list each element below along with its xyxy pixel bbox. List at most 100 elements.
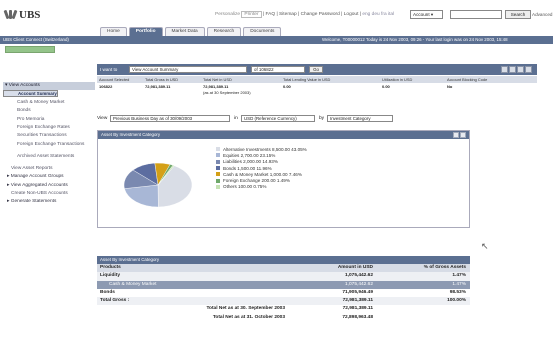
sidebar-item-non-ubs-accounts[interactable]: Create Non-UBS Accounts — [3, 190, 95, 198]
col-account-selected: Account Selected — [99, 77, 130, 82]
search-input[interactable] — [450, 10, 502, 19]
val-total-net: 72,981,389.11 — [203, 84, 229, 89]
change-password-link[interactable]: Change Password — [301, 12, 340, 17]
row-percent: 98.53% — [449, 289, 466, 295]
summary-header: Account Selected Total Gross in USD Tota… — [97, 76, 537, 83]
account-number-select[interactable]: of 106822 — [251, 66, 305, 73]
minimize-icon[interactable] — [460, 132, 466, 138]
top-links: Personalize Printer | FAQ | Sitemap | Ch… — [215, 11, 394, 18]
sidebar-item-asset-reports[interactable]: View Asset Reports — [3, 165, 95, 173]
sidebar-item-aggregated-accounts[interactable]: ▸ View Aggregated Accounts — [3, 182, 95, 190]
ubs-logo[interactable]: UBS — [3, 9, 41, 21]
legend-label: Foreign Exchange 200.00 1.49% — [223, 178, 290, 184]
sidebar-item-label: Generate Statements — [10, 199, 57, 205]
tab-home[interactable]: Home — [100, 27, 127, 36]
table-row: Liquidity 1,075,442.62 1.47% — [97, 272, 470, 281]
in-label: in — [234, 116, 238, 121]
legend-item: Others 100.00 0.75% — [216, 184, 307, 190]
summary-values: 106822 72,981,389.11 72,981,389.11 0.00 … — [97, 83, 537, 97]
asset-table: Asset By Investment Category Products Am… — [97, 256, 470, 322]
sep: | — [298, 12, 300, 17]
sidebar-item-pro-memoria[interactable]: Pro Memoria — [3, 116, 95, 124]
toolbar-icons — [501, 66, 532, 73]
currency-select[interactable]: USD (Reference Currency) — [241, 115, 315, 122]
legend-swatch — [216, 147, 220, 152]
tab-portfolio[interactable]: Portfolio — [128, 27, 163, 36]
table-row: Total Net as at 30. September 2003 72,981… — [97, 305, 470, 313]
print-icon[interactable] — [453, 132, 459, 138]
table-row: Total Gross : 72,981,389.11 100.00% — [97, 297, 470, 306]
sep: | — [262, 12, 265, 17]
pie-slice-equities — [124, 184, 159, 208]
export-icon[interactable] — [509, 66, 516, 73]
chart-body: Alternative Investments 8,500.00 43.05% E… — [98, 139, 469, 227]
sidebar-item-fx-rates[interactable]: Foreign Exchange Rates — [3, 124, 95, 132]
sidebar-item-archived-statements[interactable]: Archived Asset Statements — [3, 153, 95, 165]
tab-market-data[interactable]: Market Data — [164, 27, 205, 36]
period-select[interactable]: Previous Business Day as of 30/09/2003 — [110, 115, 230, 122]
sidebar-item-label: View Accounts — [8, 83, 40, 88]
logout-link[interactable]: Logout — [344, 12, 359, 17]
help-icon[interactable] — [517, 66, 524, 73]
row-percent: 1.47% — [452, 273, 466, 279]
search-button[interactable]: Search — [505, 10, 531, 19]
sidebar-item-view-accounts[interactable]: ▾ View Accounts — [3, 82, 95, 91]
sidebar-item-label: View Aggregated Accounts — [10, 182, 68, 188]
val-account: 106822 — [99, 84, 113, 89]
sidebar-item-fx-transactions[interactable]: Foreign Exchange Transactions — [3, 141, 95, 153]
legend-label: Equities 2,700.00 23.15% — [223, 152, 276, 158]
advanced-search-link[interactable]: Advanced — [532, 12, 552, 17]
sidebar-item-securities-transactions[interactable]: Securities Transactions — [3, 132, 95, 140]
sidebar-item-bonds[interactable]: Bonds — [3, 107, 95, 115]
sidebar-item-generate-statements[interactable]: ▸ Generate Statements — [3, 198, 95, 206]
legend-swatch — [216, 184, 220, 189]
row-label: Total Gross : — [100, 298, 130, 304]
tab-research[interactable]: Research — [206, 27, 242, 36]
row-label: Cash & Money Market — [109, 281, 157, 287]
sidebar-item-cash-money-market[interactable]: Cash & Money Market — [3, 99, 95, 107]
language-links[interactable]: eng deu fra ital — [362, 12, 394, 17]
table-row: Total Net as at 31. October 2003 72,898,9… — [97, 314, 470, 322]
sitemap-link[interactable]: Sitemap — [279, 12, 297, 17]
table-row: Bonds 71,905,946.49 98.53% — [97, 289, 470, 297]
print-icon[interactable] — [501, 66, 508, 73]
row-amount: 72,898,963.48 — [342, 314, 373, 320]
panel-icons — [453, 132, 466, 138]
filter-label: I want to — [100, 67, 118, 72]
filter-bar: I want to View Account Summary of 106822… — [97, 64, 537, 75]
welcome-bar: UBS Client Connect (Switzerland) Welcome… — [0, 36, 553, 44]
view-select-value: View Account Summary — [132, 67, 179, 72]
go-button[interactable]: Go — [309, 66, 323, 73]
col-blocking-code: Account Blocking Code — [447, 77, 488, 82]
sidebar-item-account-summary[interactable]: Account Summary — [3, 90, 58, 98]
legend-swatch — [216, 178, 220, 183]
row-label: Bonds — [100, 289, 115, 295]
close-icon[interactable] — [525, 66, 532, 73]
asset-chart-panel: Asset By Investment Category Alternative… — [97, 130, 470, 228]
currency-value: USD (Reference Currency) — [244, 116, 297, 121]
row-label: Liquidity — [100, 273, 120, 279]
legend-swatch — [216, 166, 220, 171]
account-select[interactable]: Account ▾ — [410, 10, 443, 19]
brand-name: UBS — [19, 9, 41, 21]
view-select[interactable]: View Account Summary — [129, 66, 247, 73]
tab-documents[interactable]: Documents — [243, 27, 282, 36]
row-amount: 1,075,442.62 — [344, 281, 373, 287]
faq-link[interactable]: FAQ — [266, 12, 276, 17]
row-percent: 1.47% — [452, 281, 466, 287]
legend-label: Liabilities 2,000.00 14.93% — [223, 159, 278, 165]
row-label: Total Net as at 30. September 2003 — [206, 306, 285, 312]
legend-item: Cash & Money Market 1,000.00 7.46% — [216, 171, 307, 177]
chart-legend: Alternative Investments 8,500.00 43.05% E… — [216, 146, 307, 190]
legend-swatch — [216, 153, 220, 158]
category-select[interactable]: Investment Category — [327, 115, 393, 122]
col-amount: Amount in USD — [337, 265, 373, 270]
sep: | — [276, 12, 278, 17]
panel-title-text: Asset By Investment Category — [101, 132, 161, 137]
table-row: Cash & Money Market 1,075,442.62 1.47% — [97, 280, 470, 289]
sidebar-item-manage-groups[interactable]: ▸ Manage Account Groups — [3, 173, 95, 181]
col-percent: % of Gross Assets — [423, 265, 466, 270]
top-bar: UBS Personalize Printer | FAQ | Sitemap … — [0, 0, 553, 36]
personalize-link[interactable]: Personalize — [215, 12, 240, 17]
print-link[interactable]: Printer — [241, 11, 262, 18]
